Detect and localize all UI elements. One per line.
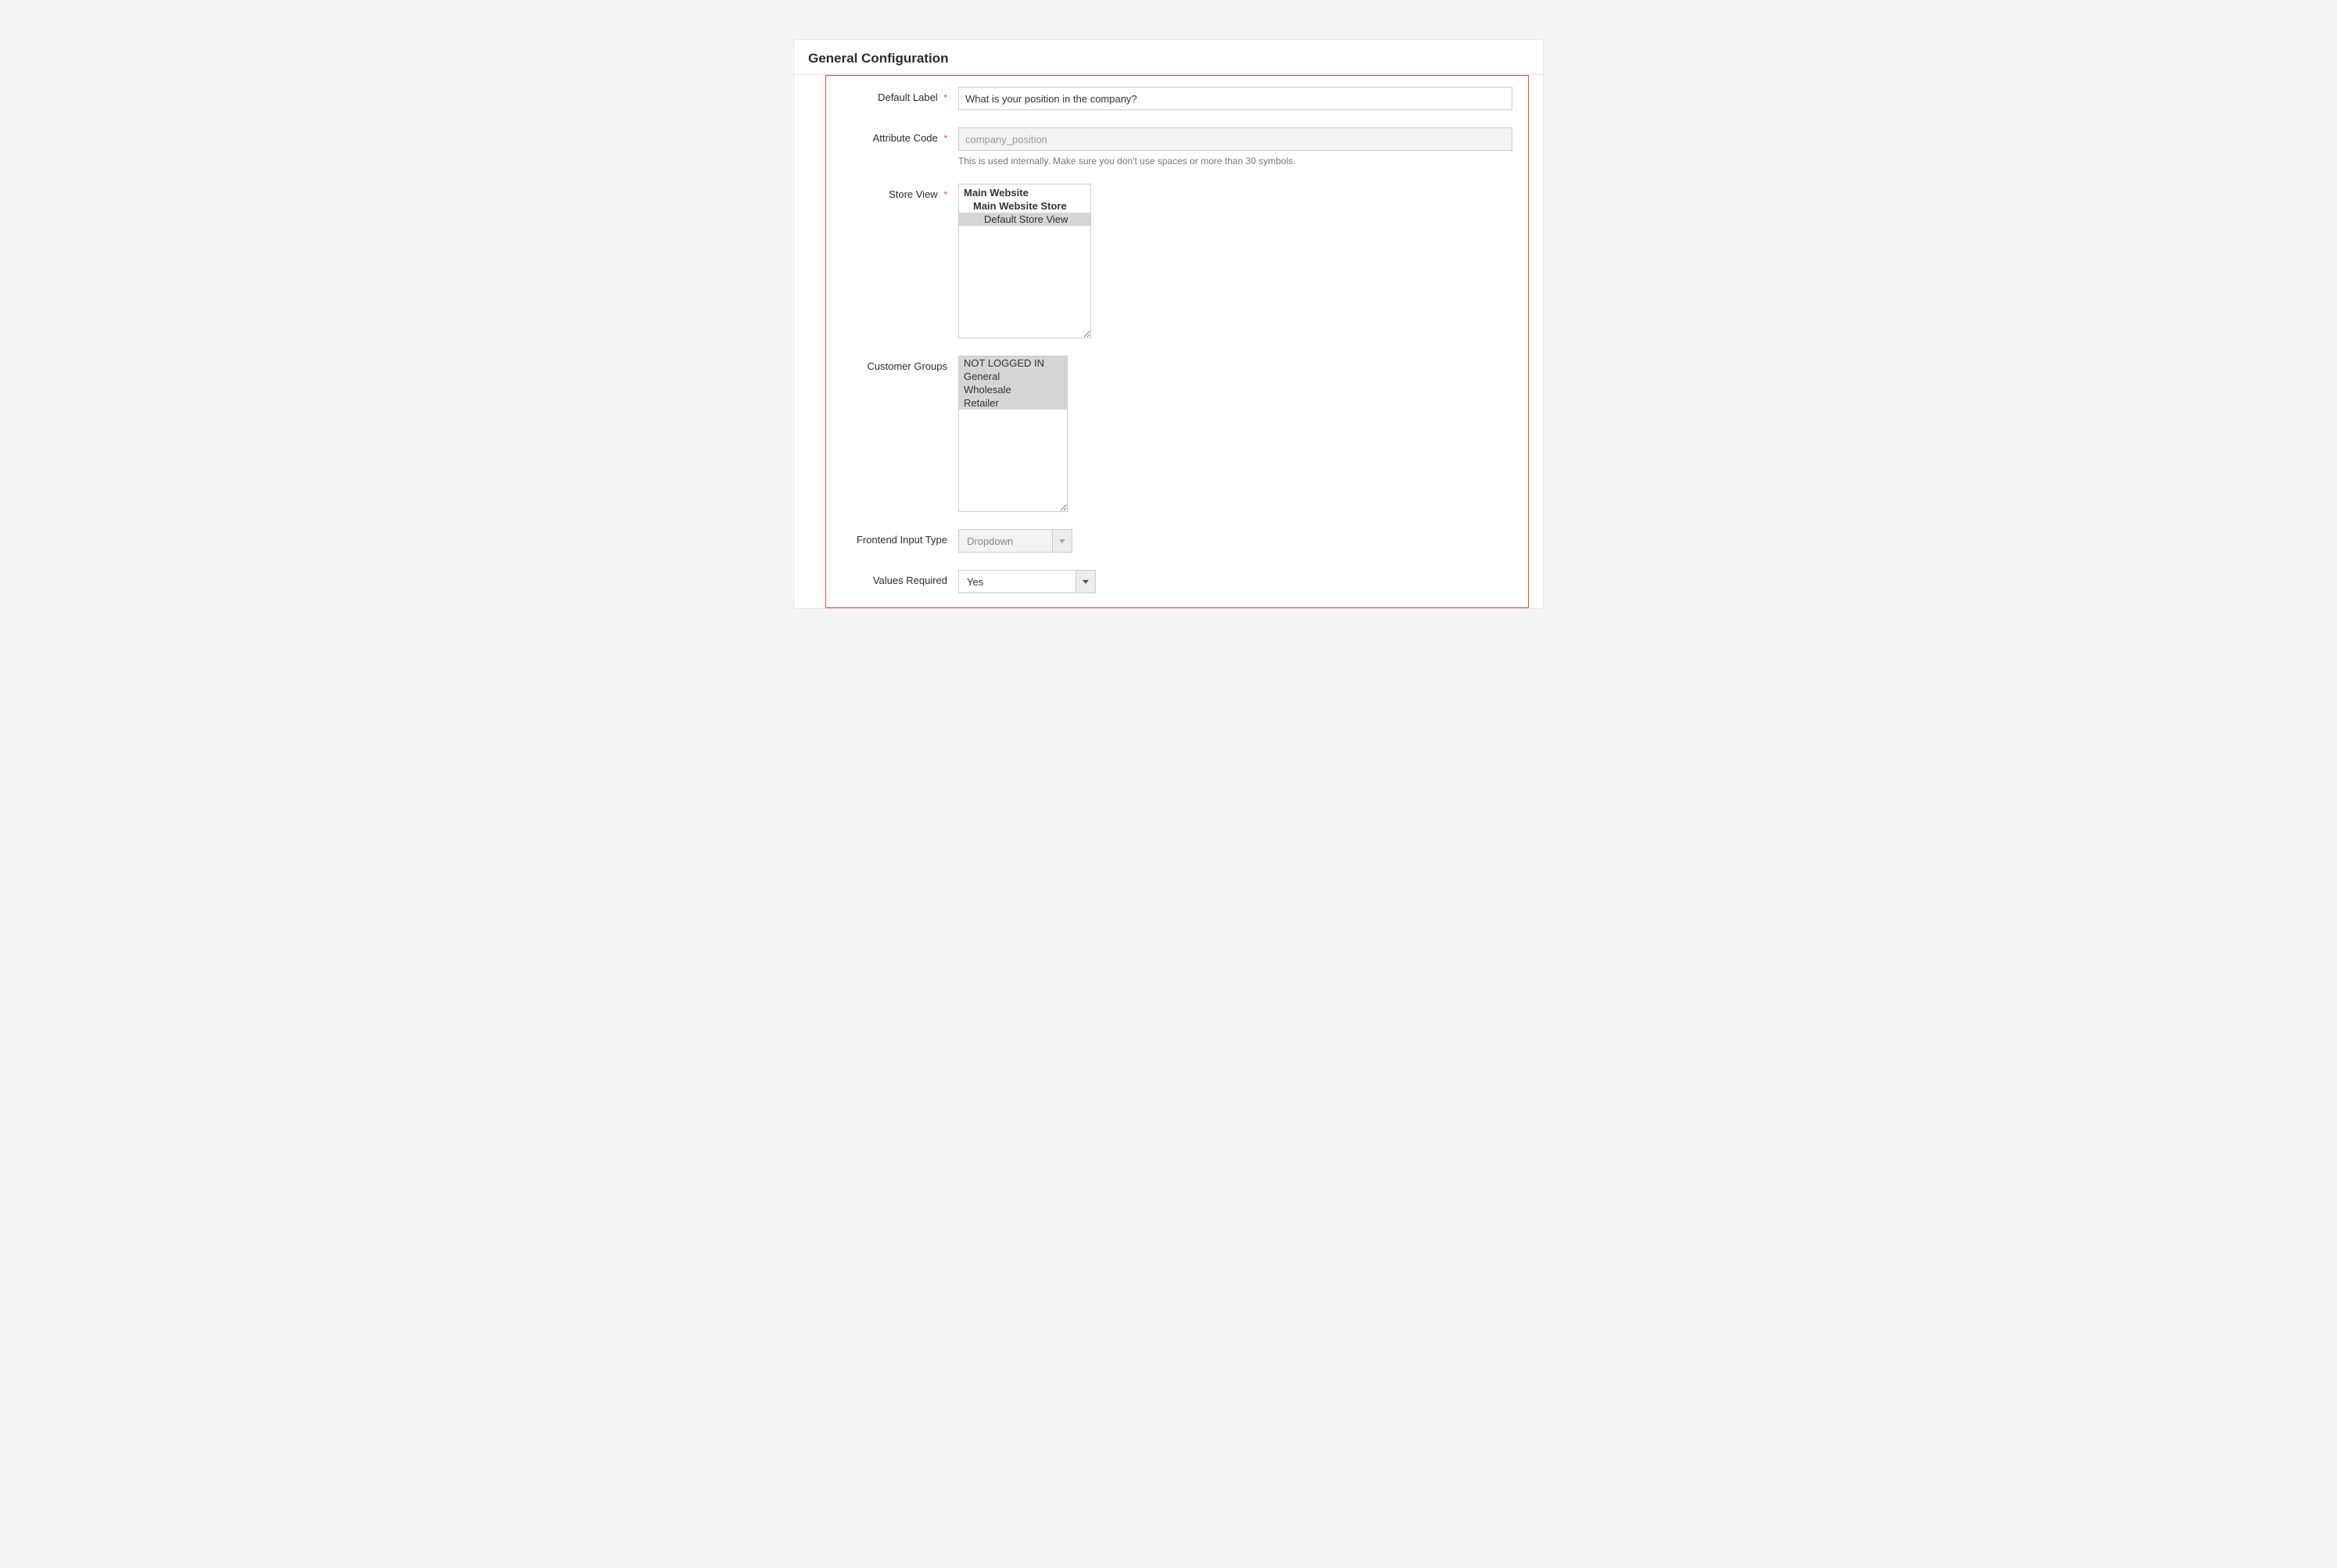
general-config-panel: General Configuration Default Label * At…: [793, 39, 1544, 609]
label-text: Customer Groups: [867, 360, 947, 372]
attribute-code-input: [958, 127, 1512, 151]
row-frontend-input-type: Frontend Input Type Dropdown: [837, 529, 1512, 553]
label-text: Values Required: [873, 575, 947, 586]
control-store-view: Main WebsiteMain Website StoreDefault St…: [958, 184, 1512, 338]
frontend-input-type-select: Dropdown: [958, 529, 1072, 553]
label-attribute-code: Attribute Code *: [837, 127, 958, 144]
panel-header: General Configuration: [794, 40, 1543, 74]
row-default-label: Default Label *: [837, 87, 1512, 110]
customer-group-option[interactable]: NOT LOGGED IN: [959, 356, 1067, 370]
label-text: Store View: [889, 188, 938, 200]
store-view-option[interactable]: Default Store View: [959, 213, 1090, 226]
store-view-option[interactable]: Main Website Store: [959, 199, 1090, 213]
control-frontend-input-type: Dropdown: [958, 529, 1512, 553]
row-store-view: Store View * Main WebsiteMain Website St…: [837, 184, 1512, 338]
form-highlight-area: Default Label * Attribute Code * This is…: [825, 75, 1529, 608]
select-value: Dropdown: [958, 529, 1052, 553]
customer-groups-select[interactable]: NOT LOGGED INGeneralWholesaleRetailer: [958, 356, 1068, 512]
required-star-icon: *: [943, 189, 947, 200]
customer-group-option[interactable]: Retailer: [959, 396, 1067, 410]
chevron-down-icon: [1052, 529, 1072, 553]
label-text: Attribute Code: [873, 132, 938, 144]
store-view-option[interactable]: Main Website: [959, 186, 1090, 199]
control-attribute-code: This is used internally. Make sure you d…: [958, 127, 1512, 166]
control-default-label: [958, 87, 1512, 110]
label-default-label: Default Label *: [837, 87, 958, 103]
control-values-required: Yes: [958, 570, 1512, 593]
values-required-select[interactable]: Yes: [958, 570, 1096, 593]
attribute-code-help-text: This is used internally. Make sure you d…: [958, 156, 1512, 166]
label-customer-groups: Customer Groups: [837, 356, 958, 372]
required-star-icon: *: [943, 92, 947, 103]
customer-group-option[interactable]: Wholesale: [959, 383, 1067, 396]
label-text: Default Label: [878, 91, 938, 103]
row-attribute-code: Attribute Code * This is used internally…: [837, 127, 1512, 166]
row-values-required: Values Required Yes: [837, 570, 1512, 593]
panel-title: General Configuration: [808, 51, 1529, 66]
label-frontend-input-type: Frontend Input Type: [837, 529, 958, 546]
default-label-input[interactable]: [958, 87, 1512, 110]
label-store-view: Store View *: [837, 184, 958, 200]
row-customer-groups: Customer Groups NOT LOGGED INGeneralWhol…: [837, 356, 1512, 512]
required-star-icon: *: [943, 133, 947, 144]
store-view-select[interactable]: Main WebsiteMain Website StoreDefault St…: [958, 184, 1091, 338]
select-value: Yes: [958, 570, 1075, 593]
control-customer-groups: NOT LOGGED INGeneralWholesaleRetailer: [958, 356, 1512, 512]
chevron-down-icon[interactable]: [1075, 570, 1096, 593]
label-values-required: Values Required: [837, 570, 958, 586]
label-text: Frontend Input Type: [857, 534, 947, 546]
customer-group-option[interactable]: General: [959, 370, 1067, 383]
